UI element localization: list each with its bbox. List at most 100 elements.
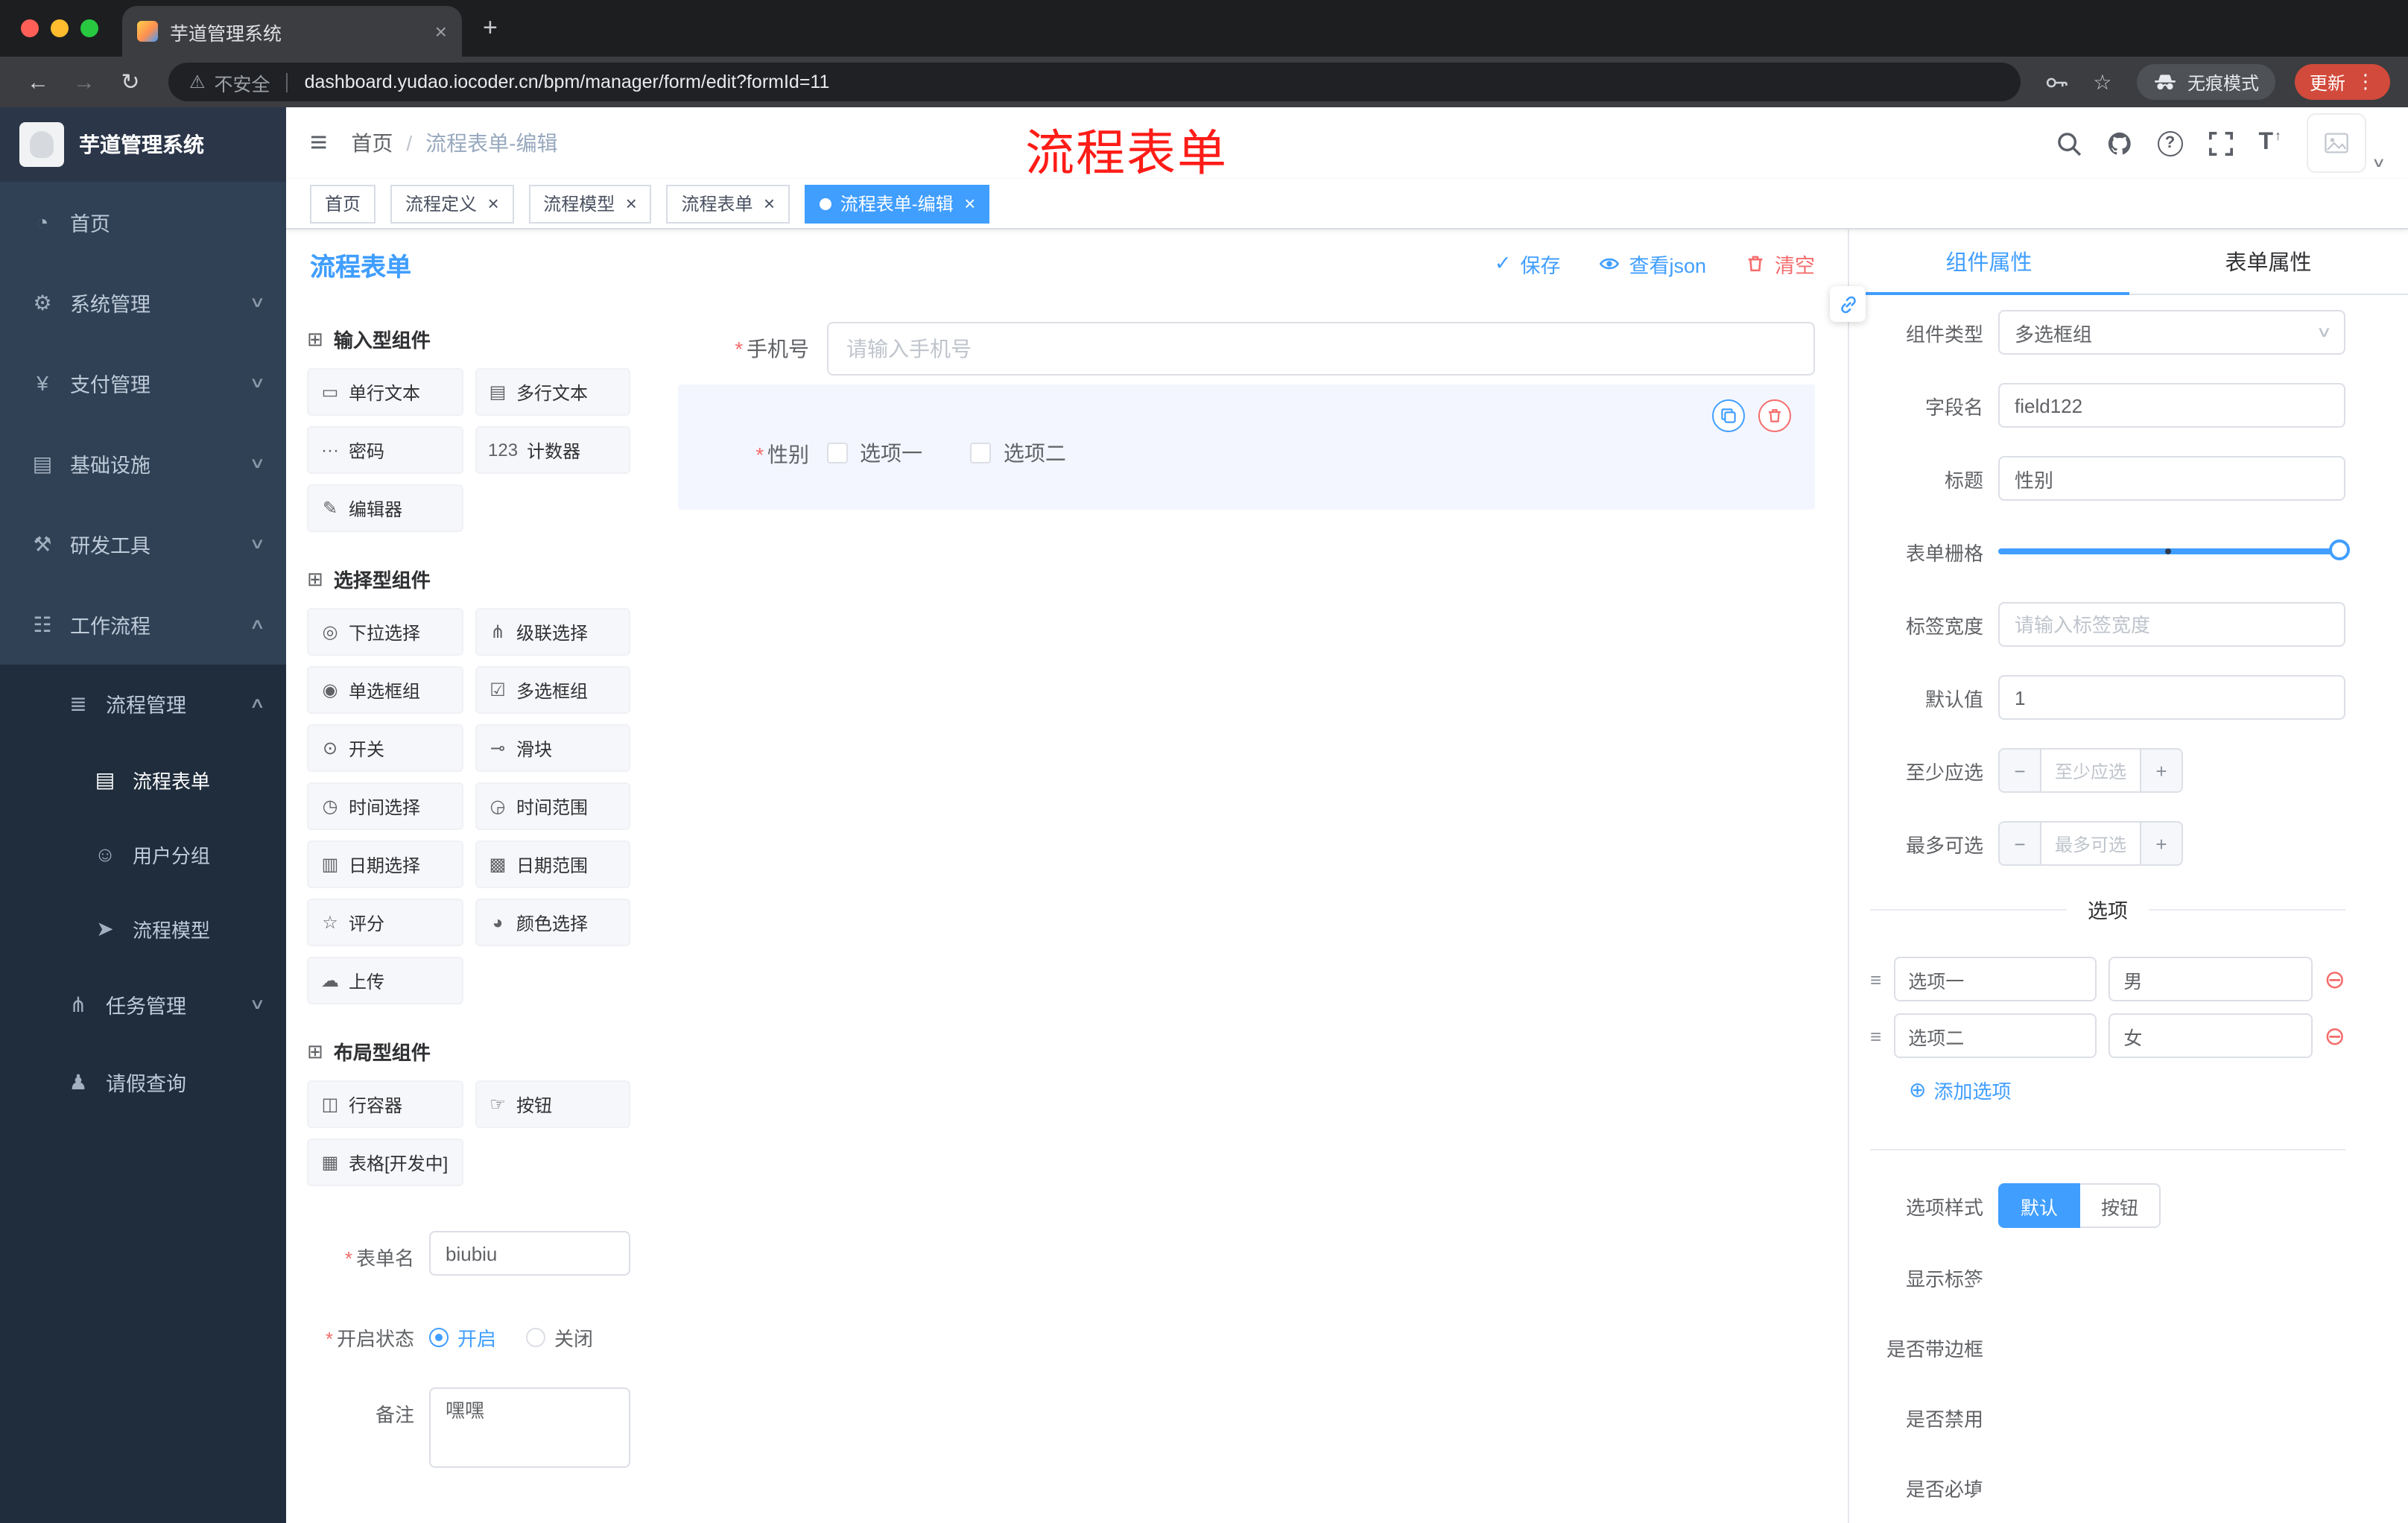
decrease-button[interactable]: − xyxy=(2000,750,2041,791)
sidebar-item[interactable]: ◔ 首页 xyxy=(0,182,286,262)
user-avatar[interactable]: ∨ xyxy=(2307,110,2386,176)
password-key-icon[interactable] xyxy=(2038,71,2077,93)
title-input[interactable] xyxy=(1998,456,2345,501)
update-button[interactable]: 更新 ⋮ xyxy=(2294,64,2390,100)
option-name-input[interactable] xyxy=(1893,1013,2097,1058)
tag-close-icon[interactable]: × xyxy=(764,194,775,213)
reload-button[interactable]: ↻ xyxy=(110,69,150,95)
max-select-value[interactable]: 最多可选 xyxy=(2041,823,2140,864)
style-default-button[interactable]: 默认 xyxy=(1998,1183,2081,1228)
tab-component-props[interactable]: 组件属性 xyxy=(1849,229,2129,295)
component-item[interactable]: ◕ 颜色选择 xyxy=(475,899,630,946)
component-item[interactable]: ⋔ 级联选择 xyxy=(475,608,630,656)
tab-form-props[interactable]: 表单属性 xyxy=(2129,229,2408,294)
back-button[interactable]: ← xyxy=(18,69,58,95)
clear-button[interactable]: 清空 xyxy=(1745,249,1815,279)
copy-widget-button[interactable] xyxy=(1712,399,1745,432)
status-on-radio[interactable]: 开启 xyxy=(429,1323,496,1352)
tag-close-icon[interactable]: × xyxy=(964,194,975,213)
component-item[interactable]: ▥ 日期选择 xyxy=(307,840,463,888)
tag-view-item[interactable]: 流程定义 × xyxy=(390,184,514,223)
breadcrumb-root[interactable]: 首页 xyxy=(351,128,393,158)
gender-option-checkbox[interactable]: 选项二 xyxy=(970,438,1066,468)
fullscreen-icon[interactable] xyxy=(2208,130,2233,156)
sidebar-item[interactable]: ☷ 工作流程 ∧ xyxy=(0,584,286,665)
drag-handle-icon[interactable]: ≡ xyxy=(1870,1025,1881,1047)
phone-input[interactable] xyxy=(827,322,1815,376)
add-option-button[interactable]: ⊕ 添加选项 xyxy=(1909,1076,2012,1104)
component-item[interactable]: ◉ 单选框组 xyxy=(307,666,463,714)
field-name-input[interactable] xyxy=(1998,383,2345,428)
component-item[interactable]: ◫ 行容器 xyxy=(307,1080,463,1128)
default-value-input[interactable] xyxy=(1998,675,2345,720)
zoom-window-button[interactable] xyxy=(80,19,98,37)
drag-handle-icon[interactable]: ≡ xyxy=(1870,968,1881,990)
sidebar-item[interactable]: ▤ 流程表单 xyxy=(0,742,286,817)
component-item[interactable]: ☑ 多选框组 xyxy=(475,666,630,714)
component-item[interactable]: ☆ 评分 xyxy=(307,899,463,946)
sidebar-item[interactable]: ▤ 基础设施 ∨ xyxy=(0,423,286,504)
slider-handle[interactable] xyxy=(2329,539,2350,560)
tag-view-item[interactable]: 流程表单-编辑 × xyxy=(804,184,990,223)
github-icon[interactable] xyxy=(2106,130,2132,156)
component-item[interactable]: ◶ 时间范围 xyxy=(475,782,630,830)
component-item[interactable]: ☁ 上传 xyxy=(307,957,463,1004)
component-item[interactable]: ▭ 单行文本 xyxy=(307,368,463,416)
option-value-input[interactable] xyxy=(2108,1013,2313,1058)
sidebar-item[interactable]: ≣ 流程管理 ∧ xyxy=(0,665,286,742)
component-item[interactable]: 123 计数器 xyxy=(475,426,630,474)
component-type-select[interactable]: 多选框组 ∨ xyxy=(1998,310,2345,355)
new-tab-button[interactable]: + xyxy=(483,13,498,43)
tab-close-icon[interactable]: × xyxy=(435,19,447,43)
option-name-input[interactable] xyxy=(1893,957,2097,1001)
browser-menu-icon[interactable]: ⋮ xyxy=(2356,70,2375,94)
sidebar-item[interactable]: ⚒ 研发工具 ∨ xyxy=(0,504,286,584)
browser-tab[interactable]: 芋道管理系统 × xyxy=(122,6,462,57)
component-item[interactable]: ☞ 按钮 xyxy=(475,1080,630,1128)
selected-widget-gender[interactable]: * 性别 选项一 选项二 xyxy=(678,384,1815,510)
form-remark-textarea[interactable]: 嘿嘿 xyxy=(429,1387,630,1468)
tag-close-icon[interactable]: × xyxy=(487,194,498,213)
sidebar-item[interactable]: ⚙ 系统管理 ∨ xyxy=(0,262,286,343)
component-item[interactable]: ⊸ 滑块 xyxy=(475,724,630,772)
delete-widget-button[interactable] xyxy=(1758,399,1791,432)
tag-close-icon[interactable]: × xyxy=(625,194,636,213)
status-off-radio[interactable]: 关闭 xyxy=(526,1323,593,1352)
minimize-window-button[interactable] xyxy=(51,19,69,37)
component-item[interactable]: ▤ 多行文本 xyxy=(475,368,630,416)
component-item[interactable]: ··· 密码 xyxy=(307,426,463,474)
label-width-input[interactable] xyxy=(1998,602,2345,647)
tag-view-item[interactable]: 流程表单 × xyxy=(666,184,790,223)
hamburger-icon[interactable]: ≡ xyxy=(310,128,327,158)
sidebar-item[interactable]: ➤ 流程模型 xyxy=(0,891,286,966)
style-button-button[interactable]: 按钮 xyxy=(2080,1183,2161,1228)
remove-option-icon[interactable]: ⊖ xyxy=(2325,1023,2346,1048)
tag-view-item[interactable]: 流程模型 × xyxy=(528,184,652,223)
component-item[interactable]: ▩ 日期范围 xyxy=(475,840,630,888)
component-item[interactable]: ◎ 下拉选择 xyxy=(307,608,463,656)
save-button[interactable]: ✓ 保存 xyxy=(1495,249,1561,279)
address-bar[interactable]: ⚠ 不安全 dashboard.yudao.iocoder.cn/bpm/man… xyxy=(168,63,2021,101)
sidebar-item[interactable]: ☺ 用户分组 xyxy=(0,817,286,891)
help-icon[interactable]: ? xyxy=(2157,130,2183,156)
component-item[interactable]: ◷ 时间选择 xyxy=(307,782,463,830)
grid-slider[interactable] xyxy=(1998,529,2350,574)
component-item[interactable]: ⊙ 开关 xyxy=(307,724,463,772)
component-item[interactable]: ✎ 编辑器 xyxy=(307,484,463,532)
tag-view-item[interactable]: 首页 × xyxy=(310,184,376,223)
close-window-button[interactable] xyxy=(21,19,39,37)
form-name-input[interactable] xyxy=(429,1231,630,1276)
component-item[interactable]: ▦ 表格[开发中] xyxy=(307,1139,463,1186)
search-icon[interactable] xyxy=(2056,130,2081,156)
option-value-input[interactable] xyxy=(2108,957,2313,1001)
gender-option-checkbox[interactable]: 选项一 xyxy=(827,438,922,468)
sidebar-item[interactable]: ⋔ 任务管理 ∨ xyxy=(0,966,286,1043)
decrease-button[interactable]: − xyxy=(2000,823,2041,864)
forward-button[interactable]: → xyxy=(64,69,104,95)
sidebar-item[interactable]: ♟ 请假查询 xyxy=(0,1043,286,1121)
min-select-value[interactable]: 至少应选 xyxy=(2041,750,2140,791)
increase-button[interactable]: + xyxy=(2140,750,2182,791)
view-json-button[interactable]: 查看json xyxy=(1599,249,1706,279)
link-icon[interactable] xyxy=(1830,286,1866,322)
remove-option-icon[interactable]: ⊖ xyxy=(2325,966,2346,992)
